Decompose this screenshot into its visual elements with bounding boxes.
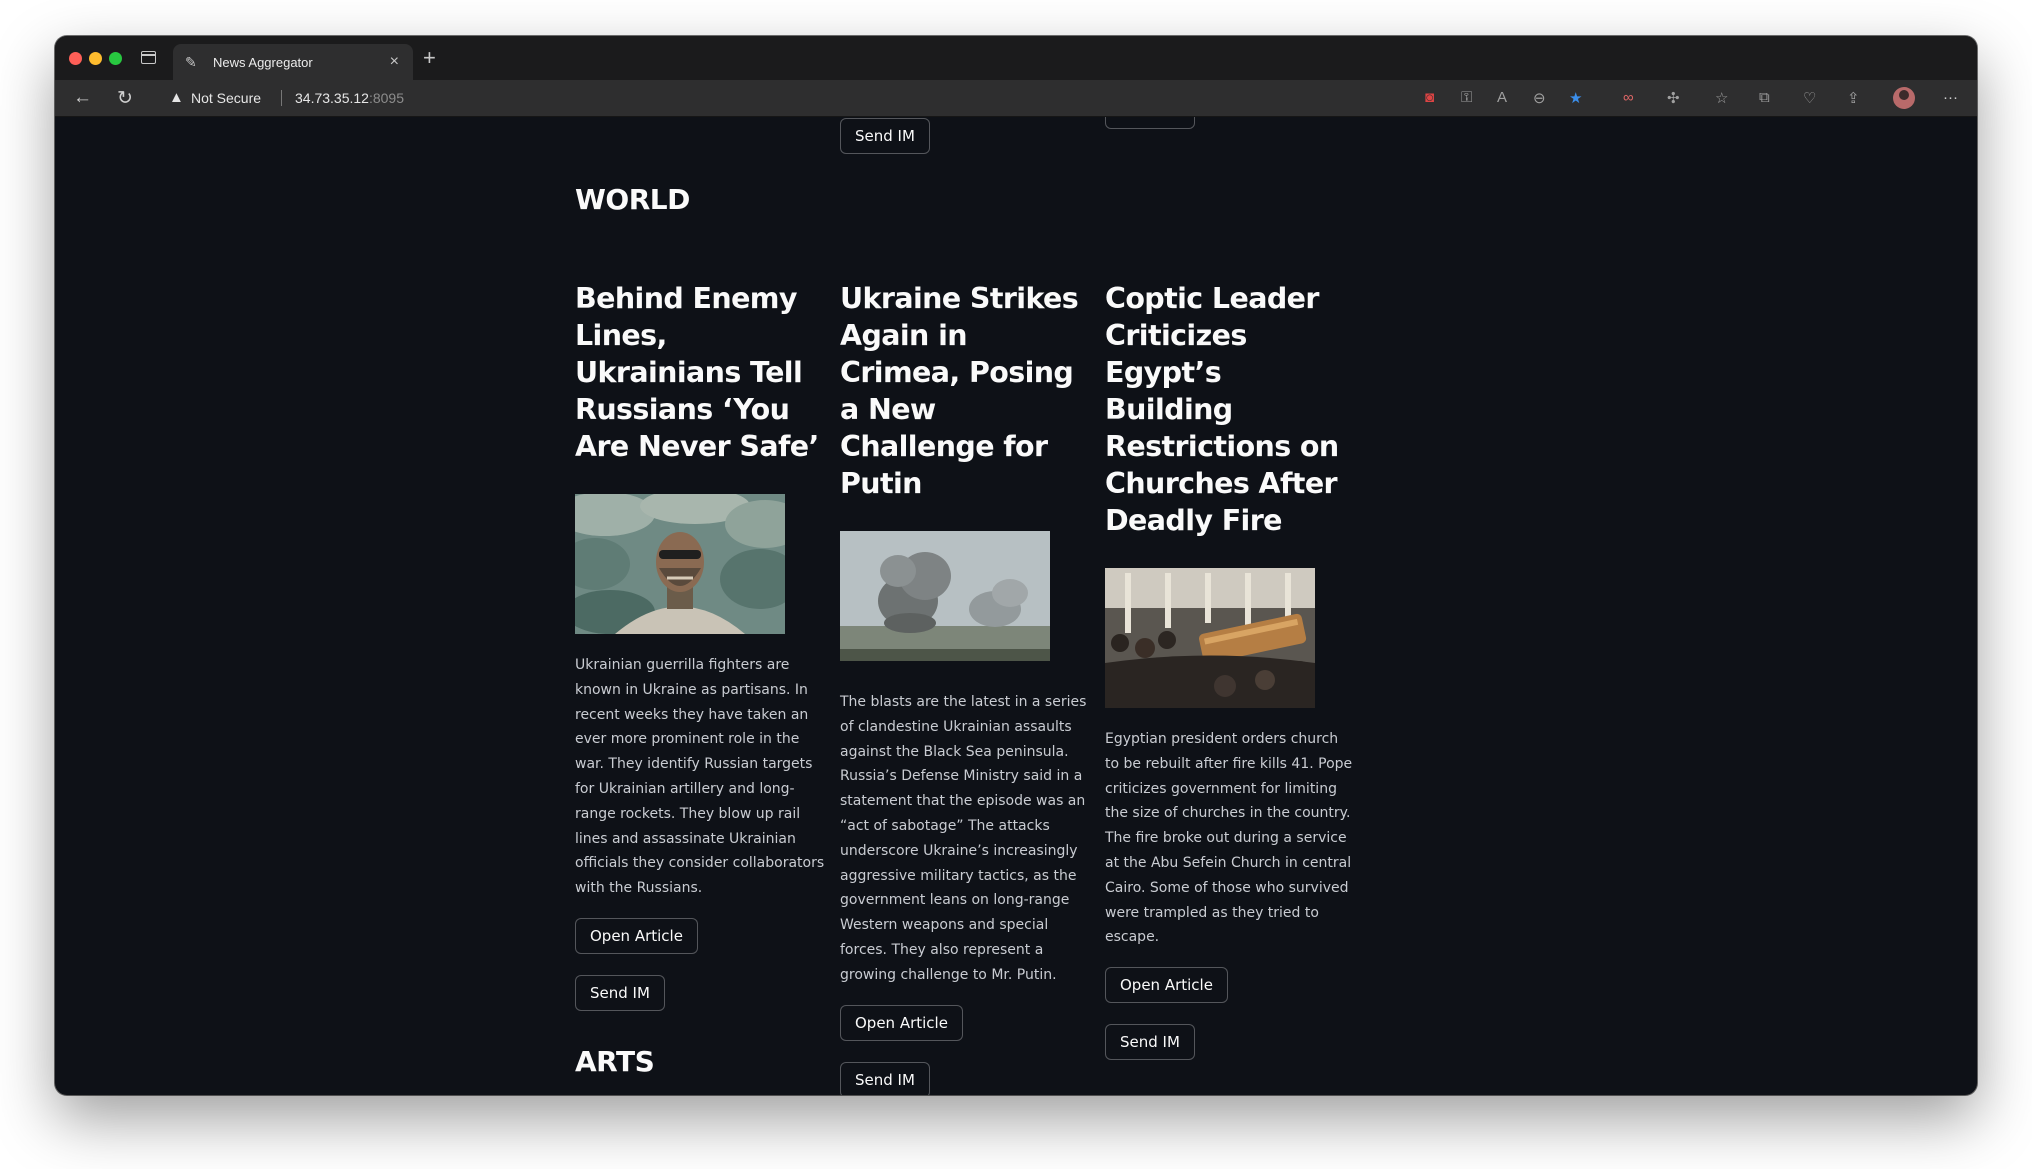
favorites-list-icon[interactable]: ☆ <box>1715 89 1728 107</box>
favorite-star-icon[interactable]: ★ <box>1569 89 1582 107</box>
browser-window: ✎ News Aggregator × + ← ↻ ▲ Not Secure 3… <box>55 36 1977 1095</box>
address-divider <box>281 90 282 106</box>
article-headline: Ukraine Strikes Again in Crimea, Posing … <box>840 282 1079 500</box>
send-im-button[interactable]: Send IM <box>840 1061 930 1095</box>
url-host: 34.73.35.12 <box>295 90 369 106</box>
article-summary: Ukrainian guerrilla fighters are known i… <box>575 657 825 897</box>
article-image-church-funeral <box>1105 568 1315 708</box>
tab-bar: ✎ News Aggregator × + <box>55 36 1977 80</box>
reload-icon[interactable]: ↻ <box>117 87 133 110</box>
send-im-button[interactable]: Send IM <box>1105 1024 1195 1061</box>
zoom-icon[interactable]: ⊖ <box>1533 89 1546 107</box>
read-aloud-icon[interactable]: A <box>1497 89 1507 106</box>
more-options-icon[interactable]: ··· <box>1943 89 1958 106</box>
key-icon[interactable]: ⚿ <box>1461 89 1472 106</box>
browser-toolbar: ← ↻ ▲ Not Secure 34.73.35.12:8095 ◙ ⚿ A … <box>55 80 1977 117</box>
extensions-puzzle-icon[interactable]: ✣ <box>1667 89 1680 107</box>
article-card: Behind Enemy Lines, Ukrainians Tell Russ… <box>575 280 825 1011</box>
address-bar[interactable]: ▲ Not Secure 34.73.35.12:8095 <box>159 84 1609 112</box>
page-content: Send IM Send IM WORLD Behind Enemy Lines… <box>55 117 1977 1095</box>
close-window-button[interactable] <box>69 52 82 65</box>
article-summary: The blasts are the latest in a series of… <box>840 694 1087 983</box>
new-tab-icon[interactable]: + <box>423 45 436 71</box>
tab-actions-icon[interactable] <box>141 51 156 64</box>
article-card: Coptic Leader Criticizes Egypt’s Buildin… <box>1105 280 1355 1061</box>
article-headline: Coptic Leader Criticizes Egypt’s Buildin… <box>1105 282 1339 537</box>
url-text[interactable]: 34.73.35.12:8095 <box>295 90 404 106</box>
collections-icon[interactable]: ⧉ <box>1759 89 1770 106</box>
article-image-partisan <box>575 494 785 634</box>
profile-avatar[interactable] <box>1893 87 1915 109</box>
open-article-button[interactable]: Open Article <box>840 1004 963 1041</box>
close-tab-icon[interactable]: × <box>390 53 399 71</box>
url-port: :8095 <box>368 90 405 106</box>
security-label[interactable]: Not Secure <box>191 90 261 106</box>
tab-title: News Aggregator <box>213 55 313 70</box>
open-article-button[interactable]: Open Article <box>1105 967 1228 1004</box>
extension-glasses-icon[interactable]: ∞ <box>1623 89 1634 106</box>
maximize-window-button[interactable] <box>109 52 122 65</box>
pen-favicon-icon: ✎ <box>185 54 197 70</box>
section-title-world: WORLD <box>575 183 690 216</box>
back-arrow-icon[interactable]: ← <box>73 87 92 109</box>
browser-essentials-icon[interactable]: ♡ <box>1803 89 1816 107</box>
article-card: Ukraine Strikes Again in Crimea, Posing … <box>840 280 1090 1095</box>
article-summary: Egyptian president orders church to be r… <box>1105 731 1353 946</box>
section-title-arts: ARTS <box>575 1045 655 1078</box>
minimize-window-button[interactable] <box>89 52 102 65</box>
send-im-button[interactable]: Send IM <box>840 118 930 154</box>
tracking-prevention-icon[interactable]: ◙ <box>1425 89 1434 106</box>
article-headline: Behind Enemy Lines, Ukrainians Tell Russ… <box>575 282 819 463</box>
open-article-button[interactable]: Open Article <box>575 917 698 954</box>
article-image-crimea-smoke <box>840 531 1050 671</box>
send-im-button-partial[interactable]: Send IM <box>1105 117 1195 129</box>
send-im-button[interactable]: Send IM <box>575 974 665 1011</box>
warning-icon: ▲ <box>169 89 184 106</box>
tab-news-aggregator[interactable]: ✎ News Aggregator × <box>173 44 413 80</box>
share-icon[interactable]: ⇪ <box>1847 89 1860 107</box>
